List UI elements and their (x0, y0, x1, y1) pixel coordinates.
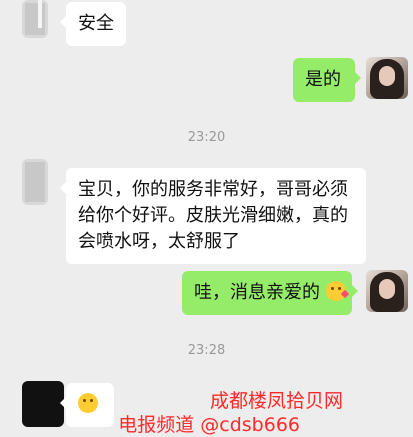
message-text: 安全 (78, 13, 114, 34)
avatar-image (38, 0, 42, 28)
contact-avatar[interactable] (22, 0, 48, 38)
message-bubble[interactable]: 哇，消息亲爱的 (182, 271, 358, 315)
timestamp: 23:28 (187, 343, 226, 358)
message-bubble[interactable]: 宝贝，你的服务非常好，哥哥必须 给你个好评。皮肤光滑细嫩，真的 会喷水呀，太舒服… (60, 168, 366, 264)
user-avatar[interactable] (366, 57, 408, 99)
message-text: 哇，消息亲爱的 (194, 282, 320, 303)
avatar-image (379, 66, 395, 86)
watermark-line-1: 成都楼凤拾贝网 (209, 390, 343, 412)
avatar-image (379, 279, 395, 299)
avatar-image (25, 162, 45, 202)
cheeky-face-emoji-icon (78, 393, 98, 413)
message-text-line: 给你个好评。皮肤光滑细嫩，真的 (78, 205, 348, 226)
timestamp: 23:20 (187, 130, 226, 145)
message-text: 是的 (305, 69, 341, 90)
kiss-heart-emoji-icon (325, 281, 349, 301)
watermark-line-2: 电报频道 @cdsb666 (118, 414, 300, 436)
message-text-line: 宝贝，你的服务非常好，哥哥必须 (78, 179, 348, 200)
contact-avatar[interactable] (22, 381, 64, 427)
message-text-line: 会喷水呀，太舒服了 (78, 231, 240, 252)
message-bubble[interactable]: 安全 (60, 2, 126, 46)
contact-avatar[interactable] (22, 159, 48, 205)
user-avatar[interactable] (366, 270, 408, 312)
avatar-image (25, 3, 45, 35)
message-bubble[interactable] (60, 383, 114, 427)
message-bubble[interactable]: 是的 (293, 58, 361, 102)
